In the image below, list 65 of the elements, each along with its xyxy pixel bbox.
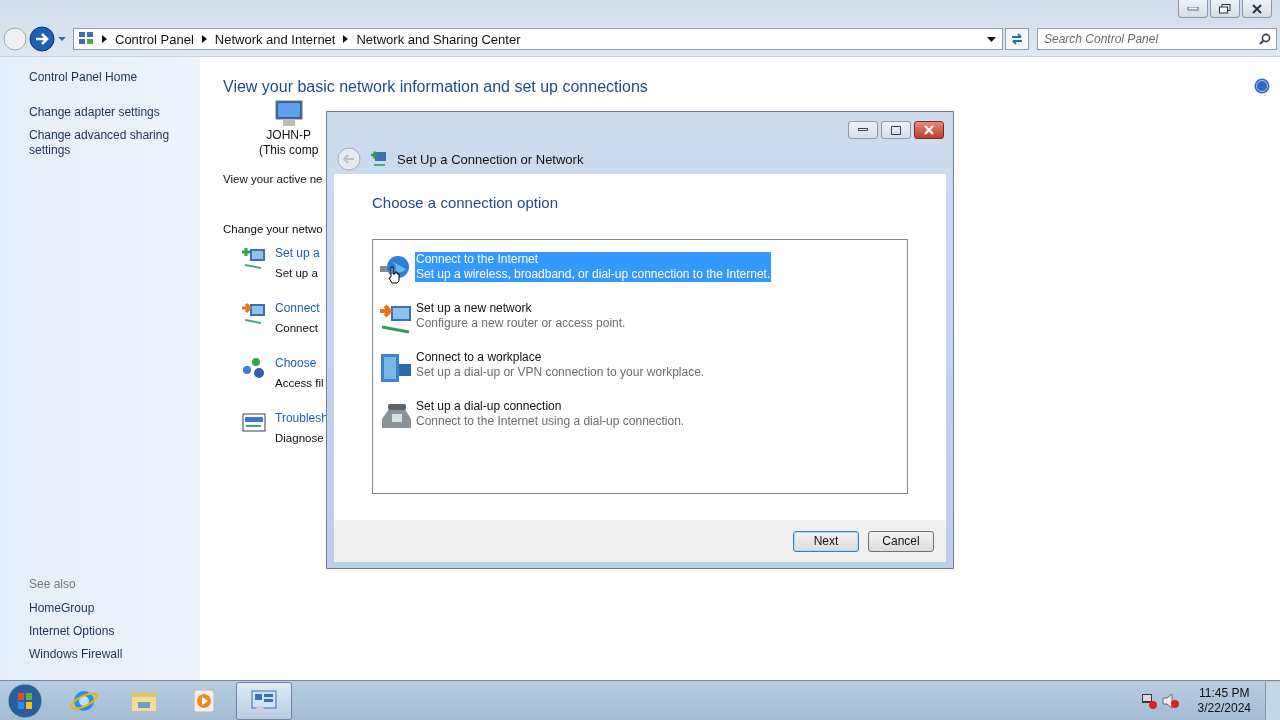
task-description: Connect — [275, 321, 319, 336]
computer-icon — [272, 100, 305, 128]
sidebar-link[interactable]: HomeGroup — [29, 601, 179, 616]
chevron-icon — [102, 35, 107, 43]
task-description: Set up a — [275, 266, 319, 281]
network-tray-icon[interactable] — [1139, 692, 1158, 709]
clock[interactable]: 11:45 PM 3/22/2024 — [1197, 685, 1251, 716]
search-icon — [1259, 33, 1271, 45]
dropdown-icon[interactable] — [987, 36, 996, 42]
homegroup-icon — [241, 356, 267, 380]
refresh-icon — [1010, 33, 1024, 45]
computer-name: JOHN-P — [266, 128, 311, 143]
network-plus-icon — [241, 246, 267, 270]
speaker-muted-icon[interactable] — [1161, 692, 1180, 709]
dialog-button[interactable]: Next — [793, 530, 859, 552]
sidebar-link[interactable]: Control Panel Home — [29, 70, 179, 85]
breadcrumb-item[interactable]: Network and Sharing Center — [356, 31, 521, 47]
close-icon — [1251, 3, 1263, 14]
restore-button[interactable] — [1210, 0, 1240, 18]
search-field[interactable]: Search Control Panel — [1037, 28, 1277, 50]
help-icon[interactable] — [1254, 78, 1270, 94]
sidebar-link[interactable]: Internet Options — [29, 624, 179, 639]
section-label: Change your netwo — [223, 222, 323, 237]
dialog-button[interactable]: Cancel — [868, 530, 934, 552]
task-link[interactable]: Connect — [275, 301, 320, 316]
option-item[interactable]: Set up a dial-up connection Connect to the Internet using a dial-up connection. — [415, 399, 686, 429]
computer-caption: (This comp — [259, 143, 319, 158]
dialog-heading: Choose a connection option — [372, 194, 559, 211]
active-networks-label: View your active ne — [223, 172, 323, 187]
sidebar-link[interactable]: Change advanced sharing settings — [29, 128, 179, 158]
option-item[interactable]: Connect to a workplace Set up a dial-up or VPN connection to your workplace. — [415, 350, 706, 380]
minimize-button[interactable] — [848, 121, 878, 139]
network-arrow-icon — [241, 301, 267, 325]
breadcrumb-item[interactable]: Network and Internet — [214, 31, 336, 47]
option-item[interactable]: Set up a new network Configure a new router or access point. — [415, 301, 627, 331]
forward-button[interactable] — [29, 26, 55, 52]
dialog-title: Set Up a Connection or Network — [397, 151, 584, 167]
refresh-button[interactable] — [1005, 28, 1029, 50]
chevron-icon — [201, 35, 207, 43]
troubleshoot-icon — [241, 411, 267, 435]
sidebar-link[interactable]: Change adapter settings — [29, 105, 179, 120]
page-heading: View your basic network information and set up connections — [223, 78, 648, 96]
task-description: Diagnose — [275, 431, 325, 446]
restore-icon — [1219, 3, 1231, 14]
network-plus-icon — [371, 150, 387, 168]
hand-cursor-icon — [388, 266, 400, 284]
address-bar[interactable]: Control Panel Network and Internet Network and Sharing Center — [73, 28, 1003, 50]
task-link[interactable]: Set up a — [275, 246, 320, 261]
close-button[interactable] — [914, 121, 944, 139]
maximize-button[interactable] — [881, 121, 911, 139]
control-panel-icon — [78, 31, 94, 47]
taskbar-button[interactable] — [236, 681, 292, 720]
start-button[interactable] — [6, 681, 44, 720]
task-link[interactable]: Choose — [275, 356, 324, 371]
minimize-icon — [858, 128, 868, 132]
close-button[interactable] — [1242, 0, 1272, 18]
sidebar-link[interactable]: Windows Firewall — [29, 647, 179, 662]
close-icon — [923, 125, 935, 135]
see-also-heading: See also — [29, 577, 76, 591]
minimize-icon — [1187, 6, 1199, 11]
chevron-icon — [343, 35, 349, 43]
maximize-icon — [891, 125, 901, 135]
breadcrumb-item[interactable]: Control Panel — [115, 31, 194, 47]
task-description: Access fil — [275, 376, 324, 391]
task-link[interactable]: Troublesh — [275, 411, 328, 426]
